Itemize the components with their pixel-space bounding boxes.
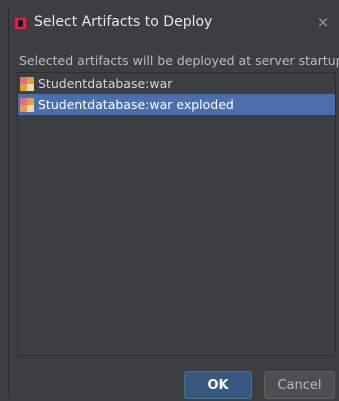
- select-artifacts-dialog: Select Artifacts to Deploy × Selected ar…: [8, 8, 339, 399]
- intellij-app-icon: [14, 17, 27, 30]
- artifact-item-label: Studentdatabase:war: [38, 76, 173, 91]
- war-exploded-artifact-icon: [20, 97, 34, 112]
- dialog-title: Select Artifacts to Deploy: [34, 14, 213, 30]
- artifact-list[interactable]: Studentdatabase:war Studentdatabase:war …: [17, 72, 336, 356]
- artifact-item-war-exploded[interactable]: Studentdatabase:war exploded: [18, 94, 335, 115]
- war-artifact-icon: [20, 76, 34, 91]
- artifact-item-label: Studentdatabase:war exploded: [38, 97, 234, 112]
- close-icon[interactable]: ×: [313, 12, 333, 32]
- ok-button[interactable]: OK: [184, 371, 252, 399]
- dialog-titlebar: Select Artifacts to Deploy ×: [9, 8, 339, 40]
- dialog-buttons: OK Cancel: [9, 371, 339, 401]
- artifact-item-war[interactable]: Studentdatabase:war: [18, 73, 335, 94]
- dialog-description: Selected artifacts will be deployed at s…: [19, 53, 339, 68]
- cancel-button[interactable]: Cancel: [264, 371, 335, 399]
